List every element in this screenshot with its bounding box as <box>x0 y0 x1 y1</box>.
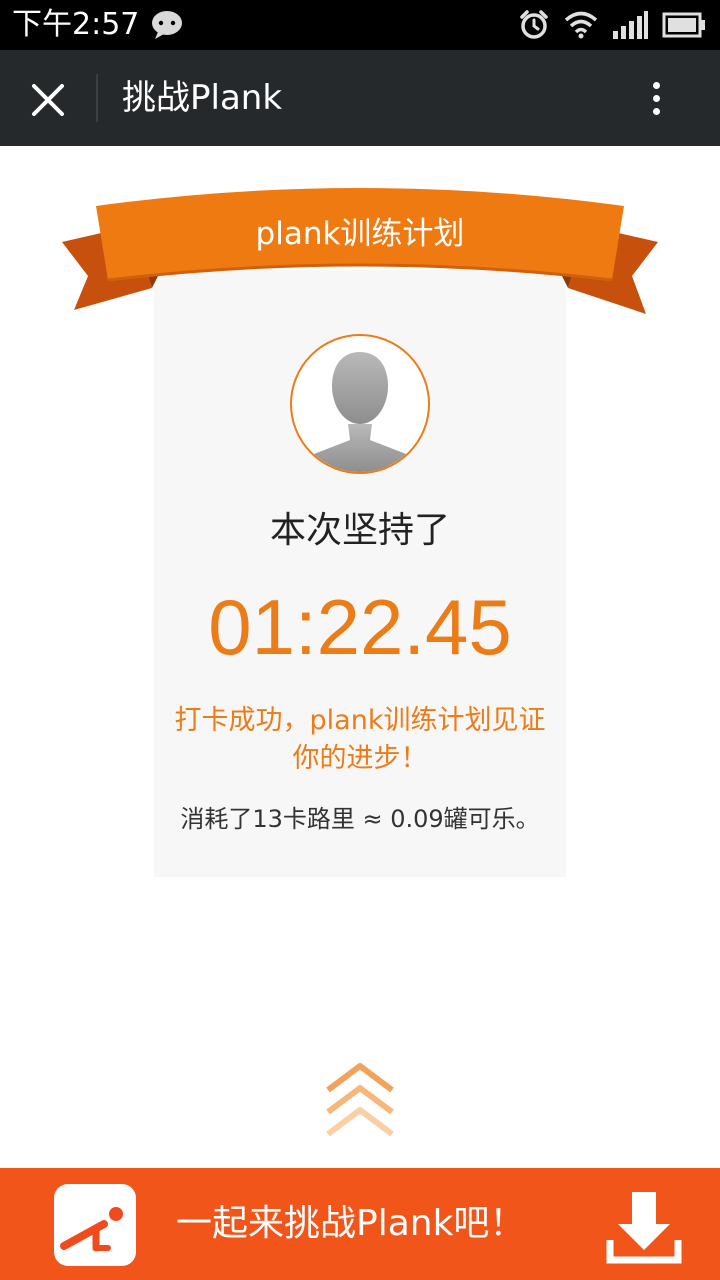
more-vertical-icon <box>652 82 660 89</box>
success-message: 打卡成功，plank训练计划见证你的进步！ <box>174 705 546 774</box>
plank-logo-icon <box>60 1207 123 1252</box>
page-title: 挑战Plank <box>122 78 283 118</box>
close-icon <box>32 84 64 116</box>
banner-cta[interactable]: 一起来挑战Plank吧！ <box>176 1200 525 1248</box>
double-chevron-up-icon <box>326 1063 394 1137</box>
download-banner[interactable]: 一起来挑战Plank吧！ <box>0 1168 720 1280</box>
duration-value: 01:22.45 <box>208 583 512 671</box>
duration-label: 本次坚持了 <box>269 510 450 551</box>
status-bar: 下午2:57 <box>0 0 720 50</box>
scroll-up-button[interactable] <box>322 1060 398 1144</box>
calorie-message: 消耗了13卡路里 ≈ 0.09罐可乐。 <box>180 805 540 833</box>
app-logo <box>54 1184 136 1266</box>
wifi-icon <box>564 11 598 43</box>
signal-icon <box>612 11 648 43</box>
alarm-icon <box>518 9 550 45</box>
wechat-icon <box>150 10 184 44</box>
title-bar: 挑战Plank <box>0 50 720 146</box>
battery-icon <box>662 12 706 42</box>
download-icon <box>606 1192 682 1264</box>
title-divider <box>96 74 98 122</box>
status-icons <box>518 9 706 45</box>
avatar <box>290 334 430 474</box>
download-button[interactable] <box>604 1188 684 1268</box>
close-button[interactable] <box>28 80 68 120</box>
more-button[interactable] <box>640 76 672 124</box>
status-time: 下午2:57 <box>12 7 140 42</box>
ribbon-title: plank训练计划 <box>255 216 465 252</box>
user-avatar-icon <box>294 338 426 472</box>
